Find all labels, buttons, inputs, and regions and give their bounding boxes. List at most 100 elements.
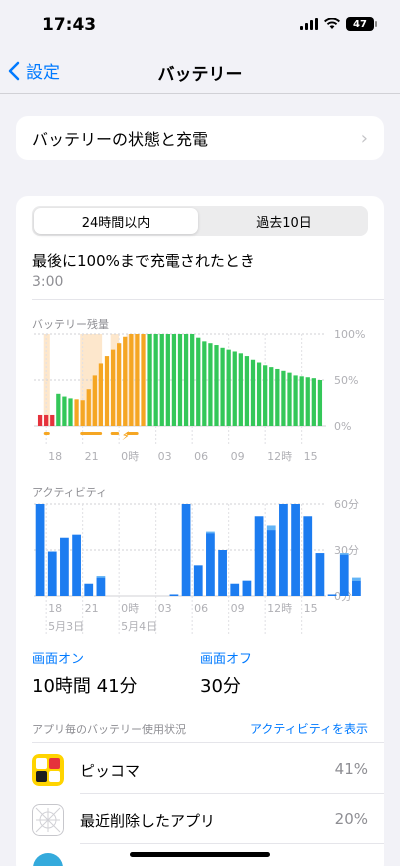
screen-on-bar [218,550,227,596]
x-tick-label: 18 [48,602,62,615]
activity-chart: 60分30分0分18 21 0時 03 06 09 12時 155月3日 5月4日 [34,498,361,634]
battery-bar [244,356,250,426]
battery-bar [220,347,225,426]
screen-on-bar [266,530,276,596]
battery-bar [117,343,122,426]
battery-level-chart: 100% 50% 0% ⚡ 18 21 0時 03 06 09 12時 15 [34,328,365,463]
battery-usage-card: 24時間以内 過去10日 最後に100%まで充電されたとき 3:00 バッテリー… [16,196,384,866]
battery-bar [80,400,85,426]
screen-on-bar [35,504,45,596]
battery-bar [86,389,91,426]
x-tick-label: 06 [194,602,208,615]
screen-on-bar [291,504,300,596]
app-row-deleted-apps[interactable]: 最近削除したアプリ 20% [16,798,384,848]
x-tick-label: 12時 [267,602,292,615]
battery-bar [159,334,164,426]
battery-bar [208,343,213,426]
x-tick-label: 0時 [121,450,139,463]
battery-bar [165,334,170,426]
y-tick-label: 50% [334,374,358,387]
battery-bar [287,372,292,426]
battery-bar [135,334,140,426]
x-tick-label: 12時 [267,450,292,463]
divider [32,299,384,300]
last-charge-label: 最後に100%まで充電されたとき [32,252,255,270]
charging-bolt-icon: ⚡ [122,429,130,443]
battery-bar [50,414,55,426]
y-tick-label: 100% [334,328,365,341]
screen-off-label: 画面オフ [200,652,253,667]
battery-bar [190,334,195,426]
home-indicator [130,852,270,857]
battery-health-label: バッテリーの状態と充電 [32,130,209,149]
divider [32,742,384,743]
screen-on-bar [96,577,106,596]
y-tick-label: 60分 [334,498,359,511]
show-activity-link[interactable]: アクティビティを表示 [250,720,368,737]
x-tick-label: 21 [85,602,99,615]
battery-bar [293,375,298,426]
signal-icon [300,18,318,30]
tab-10-days[interactable]: 過去10日 [202,208,366,234]
screen-on-bar [279,504,288,596]
battery-bar [196,337,201,426]
x-tick-label: 03 [158,450,172,463]
battery-bar [263,365,268,426]
status-icons: 47 [300,17,377,31]
charging-indicator [43,432,50,435]
battery-bar [123,336,128,426]
battery-bar [37,414,43,426]
battery-bar [171,334,177,426]
screen-off-bar [339,553,349,555]
battery-health-row[interactable]: バッテリーの状態と充電 › [16,116,384,160]
app-row-piccoma[interactable]: ピッコマ 41% [16,748,384,798]
screen-on-value: 10時間 41分 [32,676,138,697]
screen-on-bar [254,516,264,596]
piccoma-app-icon [32,754,64,786]
battery-icon: 47 [346,17,377,31]
battery-bar [104,356,110,426]
battery-bar [226,349,231,426]
screen-off-bar [206,531,215,534]
nav-bar: 設定 バッテリー [0,50,400,94]
battery-bar [299,376,304,426]
screen-off-bar [96,576,106,578]
battery-bar [177,334,183,426]
app-usage-header: アプリ毎のバッテリー使用状況 [32,723,186,736]
battery-bar [62,396,67,426]
screen-on-bar [84,583,94,596]
screen-on-bar [339,554,349,596]
battery-bar [56,393,61,426]
tab-24-hours[interactable]: 24時間以内 [34,208,198,234]
y-tick-label: 0% [334,420,351,433]
divider [80,793,384,794]
x-tick-label: 03 [158,602,172,615]
battery-bar [232,351,237,426]
battery-bar [141,334,146,426]
last-charge-time: 3:00 [32,274,64,290]
x-tick-label: 18 [48,450,62,463]
partial-app-icon [33,853,63,866]
battery-bar [153,334,158,426]
chevron-right-icon: › [360,127,368,149]
battery-bar [269,367,274,426]
screen-on-bar [327,594,337,596]
screen-on-bar [242,580,252,596]
status-bar: 17:43 47 [0,0,400,50]
battery-bar [311,378,316,426]
screen-on-bar [72,534,81,596]
x-tick-label: 09 [231,450,245,463]
screen-on-bar [352,580,361,596]
date-label: 5月3日 [48,620,84,633]
app-percent: 41% [334,760,368,778]
battery-bar [68,398,73,426]
period-segmented-control: 24時間以内 過去10日 [32,206,368,236]
screen-on-bar [230,583,240,596]
battery-bar [202,341,207,426]
battery-bar [110,349,116,426]
battery-bar [129,334,134,426]
battery-bar [214,345,219,426]
battery-bar [98,363,104,426]
battery-bar [74,399,79,426]
screen-on-bar [169,594,179,596]
